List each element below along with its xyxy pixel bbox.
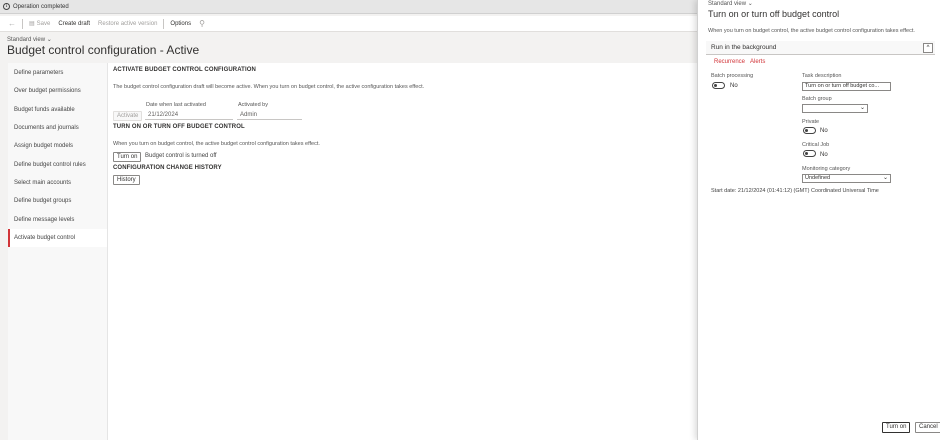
batch-processing-value: No — [730, 83, 738, 89]
nav-item-define-budget-control-rules[interactable]: Define budget control rules — [8, 155, 107, 173]
activated-by-field[interactable]: Admin — [237, 110, 302, 120]
action-pane: ← ▤ Save Create draft Restore active ver… — [0, 16, 700, 32]
nav-item-assign-budget-models[interactable]: Assign budget models — [8, 137, 107, 155]
batch-group-label: Batch group — [802, 96, 832, 102]
turn-on-ok-button[interactable]: Turn on — [882, 422, 911, 433]
toolbar-divider — [22, 18, 23, 29]
private-toggle[interactable] — [803, 127, 816, 134]
save-icon: ▤ — [29, 21, 35, 27]
start-date-text: Start date: 21/12/2024 (01:41:12) (GMT) … — [711, 188, 879, 194]
activate-section-heading: ACTIVATE BUDGET CONTROL CONFIGURATION — [113, 67, 256, 73]
back-arrow-icon[interactable]: ← — [4, 17, 20, 31]
chevron-down-icon: ⌄ — [747, 1, 753, 7]
budget-control-status: Budget control is turned off — [145, 153, 217, 159]
notification-text: Operation completed — [13, 3, 69, 10]
batch-processing-label: Batch processing — [711, 73, 754, 79]
task-description-input[interactable]: Turn on or turn off budget co... — [802, 82, 891, 91]
monitoring-category-dropdown[interactable]: Undefined ⌄ — [802, 174, 891, 183]
monitoring-category-label: Monitoring category — [802, 166, 851, 172]
page-title: Budget control configuration - Active — [7, 43, 200, 57]
history-section-heading: CONFIGURATION CHANGE HISTORY — [113, 165, 222, 171]
alerts-link[interactable]: Alerts — [750, 59, 765, 65]
save-button[interactable]: ▤ Save — [25, 17, 54, 31]
nav-item-budget-funds-available[interactable]: Budget funds available — [8, 101, 107, 119]
batch-processing-toggle[interactable] — [712, 82, 725, 89]
critical-job-label: Critical Job — [802, 142, 830, 148]
turn-on-dialog: Standard view ⌄ Turn on or turn off budg… — [697, 0, 940, 440]
run-in-background-fasttab[interactable]: Run in the background ^ — [706, 41, 935, 55]
turn-on-description: When you turn on budget control, the act… — [113, 141, 320, 147]
date-last-activated-label: Date when last activated — [146, 102, 206, 108]
dialog-view-name: Standard view — [708, 1, 747, 7]
history-button[interactable]: History — [113, 175, 140, 185]
batch-group-dropdown[interactable]: ⌄ — [802, 104, 868, 113]
nav-item-select-main-accounts[interactable]: Select main accounts — [8, 174, 107, 192]
turn-on-section-heading: TURN ON OR TURN OFF BUDGET CONTROL — [113, 124, 245, 130]
activate-button[interactable]: Activate — [113, 111, 143, 121]
private-value: No — [820, 128, 828, 134]
chevron-down-icon: ⌄ — [882, 175, 888, 181]
activated-by-label: Activated by — [238, 102, 268, 108]
monitoring-category-value: Undefined — [805, 175, 831, 181]
save-label: Save — [36, 20, 51, 27]
activate-description: The budget control configuration draft w… — [113, 84, 425, 90]
toolbar-divider — [163, 18, 165, 29]
nav-item-activate-budget-control[interactable]: Activate budget control — [8, 228, 107, 247]
nav-item-define-parameters[interactable]: Define parameters — [8, 64, 107, 82]
critical-job-value: No — [820, 152, 828, 158]
create-draft-button[interactable]: Create draft — [54, 17, 94, 31]
search-icon[interactable]: ⚲ — [195, 17, 209, 31]
restore-active-version-button[interactable]: Restore active version — [94, 17, 161, 31]
task-description-label: Task description — [802, 73, 842, 79]
date-last-activated-field[interactable]: 21/12/2024 — [145, 110, 233, 120]
private-label: Private — [802, 119, 820, 125]
main-content: ACTIVATE BUDGET CONTROL CONFIGURATION Th… — [108, 63, 700, 440]
nav-item-define-budget-groups[interactable]: Define budget groups — [8, 192, 107, 210]
view-selector[interactable]: Standard view ⌄ — [7, 36, 52, 43]
recurrence-link[interactable]: Recurrence — [714, 59, 745, 65]
nav-item-define-message-levels[interactable]: Define message levels — [8, 210, 107, 228]
critical-job-toggle[interactable] — [803, 150, 816, 157]
dialog-title: Turn on or turn off budget control — [708, 9, 840, 19]
vertical-tabs: Define parameters Over budget permission… — [8, 63, 108, 440]
dialog-description: When you turn on budget control, the act… — [708, 28, 915, 34]
info-icon: i — [3, 3, 10, 10]
chevron-up-icon[interactable]: ^ — [923, 43, 933, 53]
options-button[interactable]: Options — [166, 17, 195, 31]
nav-item-over-budget-permissions[interactable]: Over budget permissions — [8, 82, 107, 100]
turn-on-button[interactable]: Turn on — [113, 152, 142, 162]
fasttab-title: Run in the background — [711, 44, 777, 51]
nav-item-documents-and-journals[interactable]: Documents and journals — [8, 119, 107, 137]
chevron-down-icon: ⌄ — [859, 105, 865, 111]
cancel-button[interactable]: Cancel — [915, 422, 940, 433]
dialog-view-selector[interactable]: Standard view ⌄ — [708, 0, 753, 7]
